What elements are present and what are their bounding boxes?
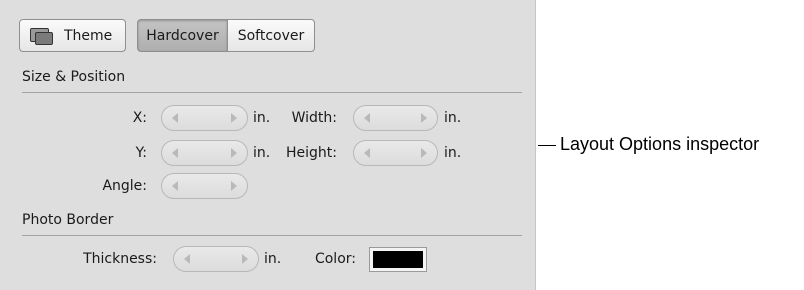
angle-stepper[interactable] — [161, 173, 248, 199]
color-label: Color: — [314, 251, 356, 267]
decrement-arrow-icon[interactable] — [172, 181, 178, 191]
decrement-arrow-icon[interactable] — [172, 113, 178, 123]
width-label: Width: — [291, 110, 337, 126]
decrement-arrow-icon[interactable] — [364, 113, 370, 123]
color-well[interactable] — [369, 247, 427, 272]
x-stepper[interactable] — [161, 105, 248, 131]
increment-arrow-icon[interactable] — [231, 113, 237, 123]
increment-arrow-icon[interactable] — [421, 113, 427, 123]
size-position-divider — [22, 92, 522, 93]
callout-label: Layout Options inspector — [560, 134, 760, 154]
angle-label: Angle: — [102, 178, 147, 194]
callout-line — [538, 145, 556, 146]
increment-arrow-icon[interactable] — [231, 148, 237, 158]
hardcover-label: Hardcover — [146, 27, 219, 44]
height-stepper[interactable] — [353, 140, 438, 166]
hardcover-segment[interactable]: Hardcover — [137, 19, 228, 52]
height-label: Height: — [286, 145, 337, 161]
x-label: X: — [132, 110, 147, 126]
theme-button-label: Theme — [64, 27, 113, 44]
width-unit: in. — [444, 110, 462, 126]
decrement-arrow-icon[interactable] — [364, 148, 370, 158]
increment-arrow-icon[interactable] — [421, 148, 427, 158]
softcover-segment[interactable]: Softcover — [227, 19, 315, 52]
height-unit: in. — [444, 145, 462, 161]
size-position-title: Size & Position — [22, 69, 126, 85]
y-unit: in. — [253, 145, 271, 161]
thickness-unit: in. — [264, 251, 282, 267]
photo-border-divider — [22, 235, 522, 236]
y-label: Y: — [135, 145, 147, 161]
theme-icon — [30, 27, 53, 45]
theme-button[interactable]: Theme — [19, 19, 126, 52]
width-stepper[interactable] — [353, 105, 438, 131]
thickness-label: Thickness: — [83, 251, 157, 267]
y-stepper[interactable] — [161, 140, 248, 166]
layout-options-inspector: Theme Hardcover Softcover Size & Positio… — [0, 0, 536, 290]
increment-arrow-icon[interactable] — [242, 254, 248, 264]
decrement-arrow-icon[interactable] — [184, 254, 190, 264]
softcover-label: Softcover — [237, 27, 305, 44]
thickness-stepper[interactable] — [173, 246, 259, 272]
decrement-arrow-icon[interactable] — [172, 148, 178, 158]
increment-arrow-icon[interactable] — [231, 181, 237, 191]
color-well-fill — [373, 251, 423, 268]
x-unit: in. — [253, 110, 271, 126]
photo-border-title: Photo Border — [22, 212, 114, 228]
